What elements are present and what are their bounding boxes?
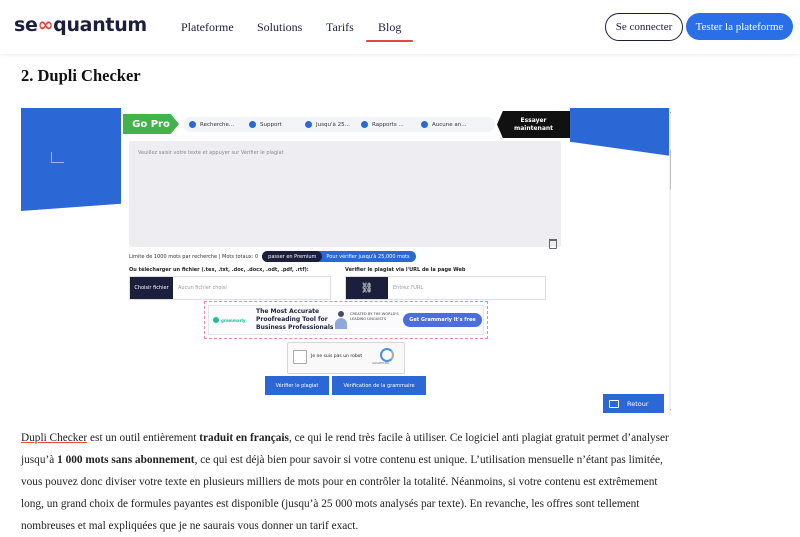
ad-created-by: CREATED BY THE WORLD'S LEADING LINGUISTS xyxy=(350,312,399,321)
textarea-placeholder: Veuillez saisir votre texte et appuyer s… xyxy=(138,150,284,156)
nav-solutions[interactable]: Solutions xyxy=(257,20,302,35)
chip-label: Support xyxy=(260,121,282,128)
paragraph-text: est un outil entièrement xyxy=(87,432,200,444)
premium-description: Pour vérifier jusqu'à 25,000 mots xyxy=(326,253,410,260)
try-now-line1: Essayer xyxy=(520,116,547,124)
chip-recherche: Recherche... xyxy=(189,117,234,132)
chip-jusqua: Jusqu'à 25... xyxy=(305,117,350,132)
nav-blog[interactable]: Blog xyxy=(378,20,401,35)
recaptcha-text: reCAPTCHA xyxy=(372,361,390,365)
url-input[interactable]: Entrez l'URL xyxy=(393,285,423,291)
get-grammarly-button[interactable]: Get Grammarly It's free xyxy=(403,313,482,327)
logo-infinity-icon: ∞ xyxy=(37,14,54,36)
word-limit-text: Limite de 1000 mots par recherche | Mots… xyxy=(129,253,259,260)
scroll-down-icon[interactable] xyxy=(670,409,671,412)
ad-title: The Most Accurate Proofreading Tool for … xyxy=(256,308,334,331)
chip-label: Jusqu'à 25... xyxy=(316,121,350,128)
upload-label: Ou télécharger un fichier (.tex, .txt, .… xyxy=(129,267,309,273)
check-icon xyxy=(189,121,196,128)
nav-active-indicator xyxy=(366,40,413,42)
grammarly-ad: grammarly The Most Accurate Proofreading… xyxy=(204,301,488,339)
captcha-label: Je ne suis pas un robot xyxy=(311,354,363,359)
chip-label: Recherche... xyxy=(200,121,235,128)
grammarly-logo: grammarly xyxy=(213,317,246,323)
back-button[interactable]: Retour xyxy=(603,394,664,413)
checker-panel: Go Pro Recherche... Support Jusqu'à 25..… xyxy=(121,108,570,415)
check-grammar-button[interactable]: Vérification de la grammaire xyxy=(332,376,426,395)
grammarly-logo-icon xyxy=(213,317,219,323)
dupli-checker-link[interactable]: Dupli Checker xyxy=(21,432,87,444)
chip-rapports: Rapports ... xyxy=(361,117,404,132)
back-icon xyxy=(609,399,619,408)
ad-banner[interactable]: grammarly The Most Accurate Proofreading… xyxy=(208,305,484,335)
trash-icon[interactable] xyxy=(549,239,557,249)
chip-label: Aucune an... xyxy=(432,121,467,128)
check-icon xyxy=(249,121,256,128)
file-upload-field: Choisir fichier Aucun fichier choisi xyxy=(129,276,331,300)
recaptcha-widget: Je ne suis pas un robot reCAPTCHA xyxy=(287,342,405,374)
premium-label: passer en Premium xyxy=(262,251,323,262)
background-shape-left xyxy=(21,108,121,211)
chip-label: Rapports ... xyxy=(372,121,404,128)
check-icon xyxy=(361,121,368,128)
check-plagiarism-button[interactable]: Vérifier le plagiat xyxy=(265,376,329,395)
nav-tarifs[interactable]: Tarifs xyxy=(326,20,354,35)
site-header: se∞quantum Plateforme Solutions Tarifs B… xyxy=(0,0,800,54)
chart-icon xyxy=(51,152,64,163)
article-heading: 2. Dupli Checker xyxy=(21,66,141,85)
paragraph-bold: 1 000 mots sans abonnement xyxy=(57,454,195,466)
paragraph-bold: traduit en français xyxy=(199,432,289,444)
logo-text-left: se xyxy=(14,14,38,36)
scroll-thumb[interactable] xyxy=(670,149,671,190)
logo[interactable]: se∞quantum xyxy=(14,14,147,36)
text-input-area[interactable]: Veuillez saisir votre texte et appuyer s… xyxy=(129,141,561,247)
logo-text-right: quantum xyxy=(53,14,147,36)
url-label: Vérifier le plagiat via l'URL de la page… xyxy=(345,267,466,273)
try-now-button[interactable]: Essayer maintenant xyxy=(497,111,570,138)
dupli-checker-screenshot: Go Pro Recherche... Support Jusqu'à 25..… xyxy=(21,108,671,415)
inner-scrollbar[interactable] xyxy=(669,108,671,415)
go-pro-badge[interactable]: Go Pro xyxy=(123,114,179,134)
link-icon[interactable]: ⛓ xyxy=(346,277,388,299)
background-shape-right xyxy=(569,108,671,156)
nav-plateforme[interactable]: Plateforme xyxy=(181,20,234,35)
person-illustration xyxy=(335,311,347,329)
file-placeholder: Aucun fichier choisi xyxy=(178,285,227,291)
check-icon xyxy=(421,121,428,128)
article-paragraph: Dupli Checker est un outil entièrement t… xyxy=(21,427,681,537)
back-label: Retour xyxy=(627,399,649,408)
chip-aucune: Aucune an... xyxy=(421,117,466,132)
try-platform-button[interactable]: Tester la plateforme xyxy=(686,13,793,40)
recaptcha-icon xyxy=(380,348,394,362)
check-icon xyxy=(305,121,312,128)
feature-chips: Recherche... Support Jusqu'à 25... Rappo… xyxy=(183,117,495,132)
word-limit-row: Limite de 1000 mots par recherche | Mots… xyxy=(129,251,416,262)
captcha-checkbox[interactable] xyxy=(293,350,307,364)
url-field: ⛓ Entrez l'URL xyxy=(345,276,546,300)
premium-button[interactable]: passer en Premium Pour vérifier jusqu'à 2… xyxy=(262,251,416,262)
promo-bar: Go Pro Recherche... Support Jusqu'à 25..… xyxy=(121,111,570,138)
chip-support: Support xyxy=(249,117,282,132)
login-button[interactable]: Se connecter xyxy=(605,13,683,41)
scroll-up-icon[interactable] xyxy=(670,110,671,113)
choose-file-button[interactable]: Choisir fichier xyxy=(130,277,173,299)
grammarly-brand: grammarly xyxy=(221,317,246,323)
try-now-line2: maintenant xyxy=(513,124,554,132)
